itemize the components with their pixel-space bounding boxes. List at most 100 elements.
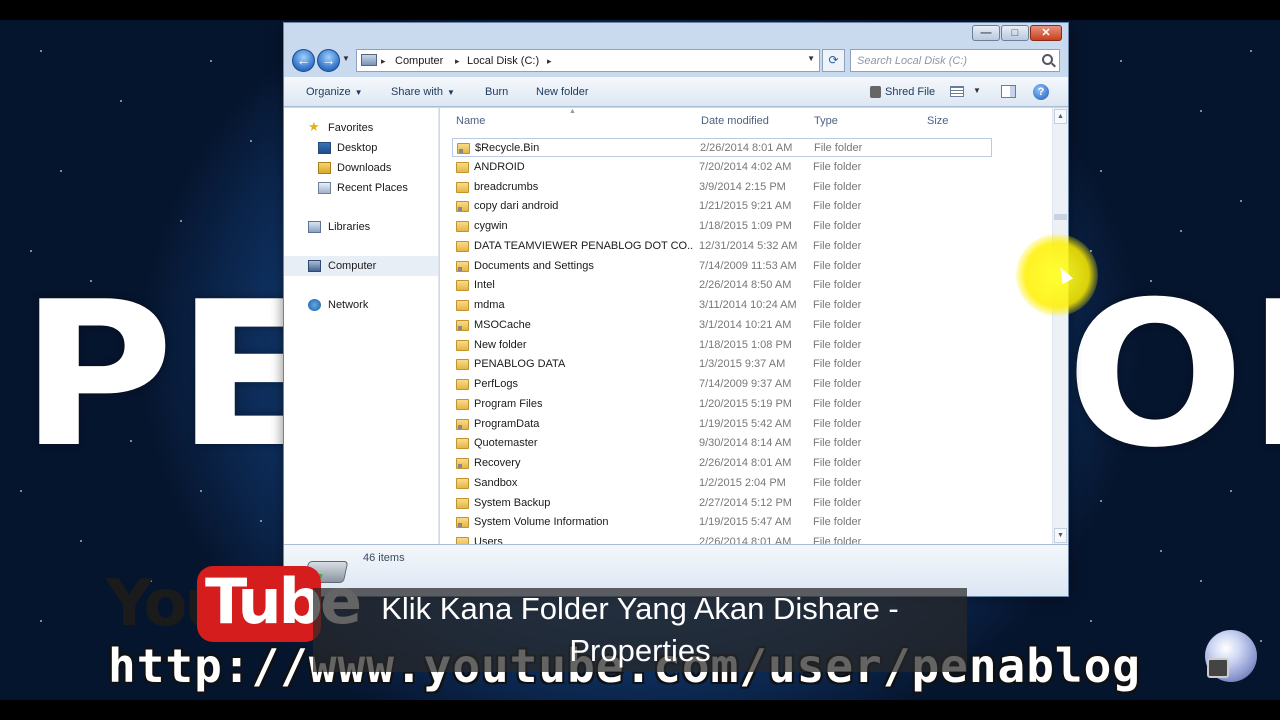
nav-network[interactable]: Network	[284, 295, 438, 315]
close-button[interactable]: ✕	[1030, 25, 1062, 41]
table-row[interactable]: Documents and Settings 7/14/2009 11:53 AM…	[452, 257, 992, 276]
row-name: $Recycle.Bin	[475, 142, 540, 154]
refresh-button[interactable]: ⟳	[822, 49, 845, 72]
burn-button[interactable]: Burn	[485, 85, 508, 99]
share-with-button[interactable]: Share with ▼	[391, 85, 455, 100]
nav-desktop-label: Desktop	[337, 142, 378, 154]
folder-icon	[456, 300, 469, 311]
caption-text: Klik Kana Folder Yang Akan Dishare - Pro…	[381, 591, 899, 668]
folder-icon	[456, 517, 469, 529]
row-name: Documents and Settings	[474, 259, 594, 272]
address-dropdown-icon[interactable]: ▼	[807, 54, 815, 63]
organize-label: Organize	[306, 86, 351, 98]
nav-recent-places[interactable]: Recent Places	[284, 178, 438, 198]
row-type: File folder	[813, 536, 862, 544]
row-type: File folder	[813, 358, 862, 371]
row-date-modified: 1/21/2015 9:21 AM	[699, 200, 792, 213]
help-icon[interactable]: ?	[1033, 84, 1049, 100]
row-name: Program Files	[474, 397, 543, 410]
table-row[interactable]: System Backup 2/27/2014 5:12 PM File folde…	[452, 494, 992, 513]
view-options-dropdown-icon[interactable]: ▼	[973, 86, 981, 95]
nav-downloads[interactable]: Downloads	[284, 158, 438, 178]
column-header-name[interactable]: Name	[456, 114, 485, 128]
nav-favorites[interactable]: ★ Favorites	[284, 118, 438, 138]
folder-icon	[456, 398, 469, 410]
search-input[interactable]: Search Local Disk (C:)	[850, 49, 1060, 72]
row-date-modified: 1/18/2015 1:09 PM	[699, 220, 792, 232]
table-row[interactable]: System Volume Information 1/19/2015 5:47 …	[452, 513, 992, 532]
table-row[interactable]: PerfLogs 7/14/2009 9:37 AM File folder	[452, 375, 992, 394]
row-type: File folder	[813, 239, 862, 252]
breadcrumb-arrow-icon[interactable]: ▸	[547, 54, 552, 68]
change-view-icon[interactable]	[950, 86, 964, 97]
table-row[interactable]: copy dari android 1/21/2015 9:21 AM File f…	[452, 197, 992, 216]
nav-desktop[interactable]: Desktop	[284, 138, 438, 158]
navigation-row: ← → ▼ ▸ Computer ▸ Local Disk (C:) ▸ ▼ ⟳…	[290, 48, 1062, 74]
nav-computer[interactable]: Computer	[284, 256, 438, 276]
table-row[interactable]: Recovery 2/26/2014 8:01 AM File folder	[452, 454, 992, 473]
folder-icon	[456, 221, 469, 232]
new-folder-button[interactable]: New folder	[536, 85, 589, 99]
star-decoration	[210, 60, 212, 62]
table-row[interactable]: Sandbox 1/2/2015 2:04 PM File folder	[452, 474, 992, 493]
star-decoration	[1180, 230, 1182, 232]
nav-computer-label: Computer	[328, 260, 377, 272]
table-row[interactable]: Quotemaster 9/30/2014 8:14 AM File folder	[452, 434, 992, 453]
vertical-scrollbar[interactable]: ▲ ▼	[1052, 108, 1068, 544]
scroll-down-icon[interactable]: ▼	[1054, 528, 1067, 543]
back-button[interactable]: ←	[292, 49, 315, 72]
star-decoration	[1100, 500, 1102, 502]
row-date-modified: 1/19/2015 5:42 AM	[699, 417, 792, 430]
table-row[interactable]: ProgramData 1/19/2015 5:42 AM File folder	[452, 415, 992, 434]
search-icon[interactable]	[1042, 54, 1053, 65]
table-row[interactable]: ANDROID 7/20/2014 4:02 AM File folder	[452, 158, 992, 177]
preview-pane-icon[interactable]	[1001, 85, 1016, 98]
row-date-modified: 3/1/2014 10:21 AM	[699, 318, 792, 331]
table-row[interactable]: mdma 3/11/2014 10:24 AM File folder	[452, 296, 992, 315]
star-decoration	[1120, 60, 1122, 62]
scroll-thumb[interactable]	[1054, 214, 1067, 220]
breadcrumb-computer[interactable]: Computer	[395, 54, 443, 68]
breadcrumb-arrow-icon[interactable]: ▸	[455, 54, 460, 68]
column-header-date-modified[interactable]: Date modified	[701, 114, 769, 128]
breadcrumb-arrow-icon[interactable]: ▸	[381, 54, 386, 68]
recent-pages-dropdown-icon[interactable]: ▼	[342, 54, 350, 63]
table-row[interactable]: Users 2/26/2014 8:01 AM File folder	[452, 533, 992, 544]
maximize-button[interactable]: □	[1001, 25, 1029, 41]
star-decoration	[30, 250, 32, 252]
nav-libraries-label: Libraries	[328, 221, 371, 233]
table-row[interactable]: cygwin 1/18/2015 1:09 PM File folder	[452, 217, 992, 236]
column-header-type[interactable]: Type	[814, 114, 838, 128]
shred-file-button[interactable]: Shred File	[885, 85, 935, 99]
row-date-modified: 7/14/2009 11:53 AM	[699, 259, 797, 272]
table-row[interactable]: Program Files 1/20/2015 5:19 PM File folde…	[452, 395, 992, 414]
table-row[interactable]: New folder 1/18/2015 1:08 PM File folder	[452, 336, 992, 355]
letterbox-bottom	[0, 700, 1280, 720]
column-header-size[interactable]: Size	[927, 114, 948, 128]
table-row[interactable]: DATA TEAMVIEWER PENABLOG DOT CO... 12/31/…	[452, 237, 992, 256]
organize-button[interactable]: Organize ▼	[306, 85, 363, 100]
nav-libraries[interactable]: Libraries	[284, 217, 438, 237]
table-row[interactable]: breadcrumbs 3/9/2014 2:15 PM File folder	[452, 178, 992, 197]
table-row[interactable]: PENABLOG DATA 1/3/2015 9:37 AM File folder	[452, 355, 992, 374]
row-date-modified: 1/19/2015 5:47 AM	[699, 516, 792, 529]
row-type: File folder	[813, 338, 862, 351]
table-row[interactable]: $Recycle.Bin 2/26/2014 8:01 AM File folder	[452, 138, 992, 157]
folder-icon	[457, 143, 470, 154]
nav-favorites-label: Favorites	[328, 122, 374, 134]
table-row[interactable]: MSOCache 3/1/2014 10:21 AM File folder	[452, 316, 992, 335]
address-bar[interactable]: ▸ Computer ▸ Local Disk (C:) ▸ ▼	[356, 49, 820, 72]
breadcrumb-local-disk[interactable]: Local Disk (C:)	[467, 54, 539, 68]
navigation-pane: ★ Favorites Desktop Downloads Recent Pla…	[284, 108, 439, 544]
maximize-icon: □	[1011, 27, 1019, 39]
row-type: File folder	[813, 220, 862, 232]
row-name: cygwin	[474, 220, 508, 232]
row-type: File folder	[813, 496, 862, 509]
row-name: breadcrumbs	[474, 180, 539, 193]
scroll-up-icon[interactable]: ▲	[1054, 109, 1067, 124]
row-name: Quotemaster	[474, 437, 538, 450]
forward-button[interactable]: →	[317, 49, 340, 72]
folder-icon	[456, 161, 469, 173]
table-row[interactable]: Intel 2/26/2014 8:50 AM File folder	[452, 276, 992, 295]
minimize-button[interactable]: —	[972, 25, 1000, 41]
